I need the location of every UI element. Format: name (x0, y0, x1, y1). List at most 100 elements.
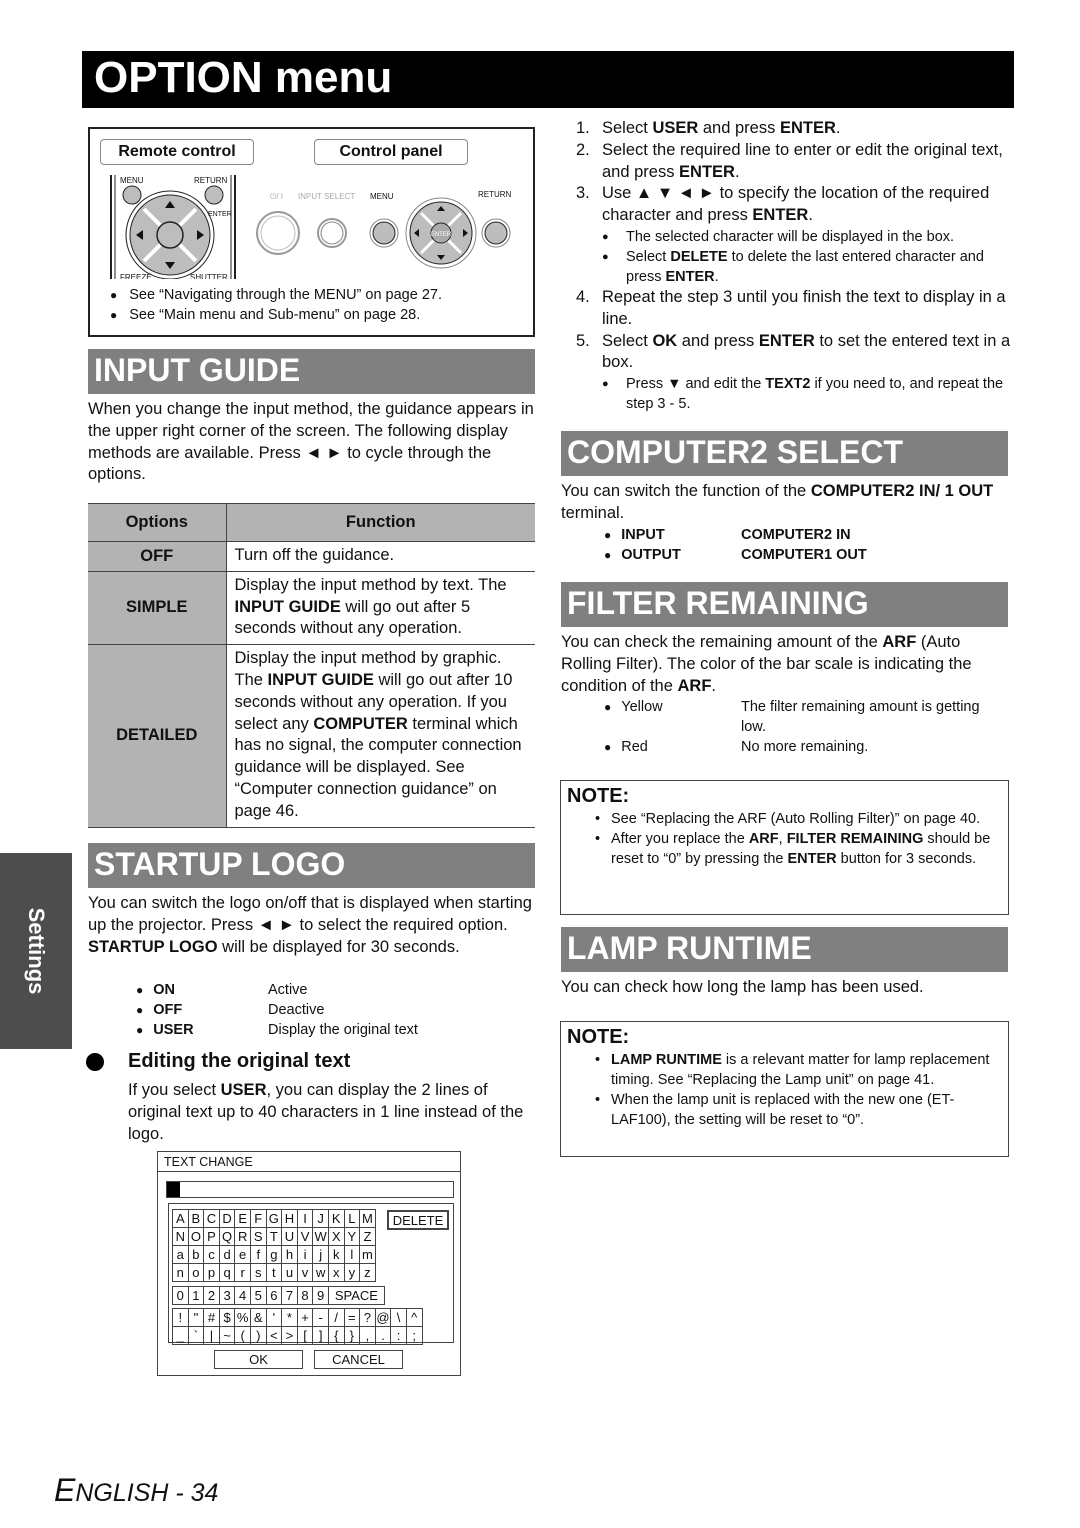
character-key[interactable]: I (296, 1209, 314, 1228)
character-key[interactable]: # (203, 1308, 220, 1327)
character-key[interactable]: b (187, 1245, 205, 1264)
character-key[interactable]: 7 (281, 1286, 298, 1305)
character-key[interactable]: " (187, 1308, 205, 1327)
character-key[interactable]: ? (359, 1308, 376, 1327)
character-key[interactable]: N (172, 1227, 189, 1246)
text-input-field[interactable] (166, 1181, 454, 1198)
character-key[interactable]: K (327, 1209, 345, 1228)
character-key[interactable]: % (234, 1308, 251, 1327)
character-key[interactable]: Y (343, 1227, 361, 1246)
character-key[interactable]: Q (218, 1227, 236, 1246)
character-key[interactable]: 3 (218, 1286, 236, 1305)
character-key[interactable]: e (234, 1245, 251, 1264)
character-key[interactable]: & (249, 1308, 267, 1327)
character-key[interactable]: q (218, 1263, 236, 1282)
character-key[interactable]: x (327, 1263, 345, 1282)
character-key[interactable]: } (343, 1326, 361, 1345)
character-key[interactable]: J (312, 1209, 329, 1228)
cancel-button[interactable]: CANCEL (314, 1350, 403, 1369)
character-key[interactable]: X (327, 1227, 345, 1246)
character-key[interactable]: 9 (312, 1286, 329, 1305)
character-key[interactable]: l (343, 1245, 361, 1264)
character-key[interactable]: ` (187, 1326, 205, 1345)
character-key[interactable]: w (312, 1263, 329, 1282)
character-key[interactable]: | (203, 1326, 220, 1345)
character-key[interactable]: c (203, 1245, 220, 1264)
character-key[interactable]: V (296, 1227, 314, 1246)
character-key[interactable]: t (265, 1263, 283, 1282)
character-key[interactable]: R (234, 1227, 251, 1246)
character-key[interactable]: _ (172, 1326, 189, 1345)
character-key[interactable]: m (359, 1245, 376, 1264)
character-key[interactable]: : (390, 1326, 407, 1345)
character-key[interactable]: @ (374, 1308, 392, 1327)
character-key[interactable]: ~ (218, 1326, 236, 1345)
character-key[interactable]: ! (172, 1308, 189, 1327)
character-key[interactable]: M (359, 1209, 376, 1228)
character-key[interactable]: ) (249, 1326, 267, 1345)
character-key[interactable]: 5 (249, 1286, 267, 1305)
character-key[interactable]: 4 (234, 1286, 251, 1305)
character-key[interactable]: ; (405, 1326, 423, 1345)
character-key[interactable]: 2 (203, 1286, 220, 1305)
character-key[interactable]: p (203, 1263, 220, 1282)
character-key[interactable]: / (327, 1308, 345, 1327)
character-key[interactable]: * (281, 1308, 298, 1327)
character-key[interactable]: s (249, 1263, 267, 1282)
character-key[interactable]: 1 (187, 1286, 205, 1305)
character-key[interactable]: y (343, 1263, 361, 1282)
ok-button[interactable]: OK (214, 1350, 303, 1369)
character-key[interactable]: T (265, 1227, 283, 1246)
character-key[interactable]: F (249, 1209, 267, 1228)
character-key[interactable]: G (265, 1209, 283, 1228)
character-key[interactable]: C (203, 1209, 220, 1228)
character-key[interactable]: n (172, 1263, 189, 1282)
character-key[interactable]: W (312, 1227, 329, 1246)
character-key[interactable]: ^ (405, 1308, 423, 1327)
character-key[interactable]: u (281, 1263, 298, 1282)
character-key[interactable]: { (327, 1326, 345, 1345)
character-key[interactable]: j (312, 1245, 329, 1264)
character-key[interactable]: 0 (172, 1286, 189, 1305)
character-key[interactable]: U (281, 1227, 298, 1246)
character-key[interactable]: < (265, 1326, 283, 1345)
character-key[interactable]: $ (218, 1308, 236, 1327)
character-key[interactable]: i (296, 1245, 314, 1264)
character-key[interactable]: a (172, 1245, 189, 1264)
character-key[interactable]: P (203, 1227, 220, 1246)
character-key[interactable]: E (234, 1209, 251, 1228)
character-key[interactable]: , (359, 1326, 376, 1345)
character-key[interactable]: ( (234, 1326, 251, 1345)
character-key[interactable]: S (249, 1227, 267, 1246)
text-run: . (835, 119, 841, 137)
delete-button[interactable]: DELETE (387, 1210, 449, 1230)
character-key[interactable]: v (296, 1263, 314, 1282)
character-key[interactable]: h (281, 1245, 298, 1264)
character-key[interactable]: - (312, 1308, 329, 1327)
character-key[interactable]: Z (359, 1227, 376, 1246)
character-key[interactable]: o (187, 1263, 205, 1282)
character-key[interactable]: g (265, 1245, 283, 1264)
character-key[interactable]: A (172, 1209, 189, 1228)
character-key[interactable]: \ (390, 1308, 407, 1327)
character-key[interactable]: O (187, 1227, 205, 1246)
character-key[interactable]: r (234, 1263, 251, 1282)
character-key[interactable]: 6 (265, 1286, 283, 1305)
character-key[interactable]: f (249, 1245, 267, 1264)
character-key[interactable]: 8 (296, 1286, 314, 1305)
character-key[interactable]: L (343, 1209, 361, 1228)
character-key[interactable]: H (281, 1209, 298, 1228)
character-key[interactable]: k (327, 1245, 345, 1264)
character-key[interactable]: > (281, 1326, 298, 1345)
character-key[interactable]: [ (296, 1326, 314, 1345)
character-key[interactable]: ' (265, 1308, 283, 1327)
character-key[interactable]: z (359, 1263, 376, 1282)
character-key[interactable]: SPACE (327, 1286, 385, 1305)
character-key[interactable]: = (343, 1308, 361, 1327)
character-key[interactable]: + (296, 1308, 314, 1327)
character-key[interactable]: d (218, 1245, 236, 1264)
character-key[interactable]: . (374, 1326, 392, 1345)
character-key[interactable]: D (218, 1209, 236, 1228)
character-key[interactable]: B (187, 1209, 205, 1228)
character-key[interactable]: ] (312, 1326, 329, 1345)
